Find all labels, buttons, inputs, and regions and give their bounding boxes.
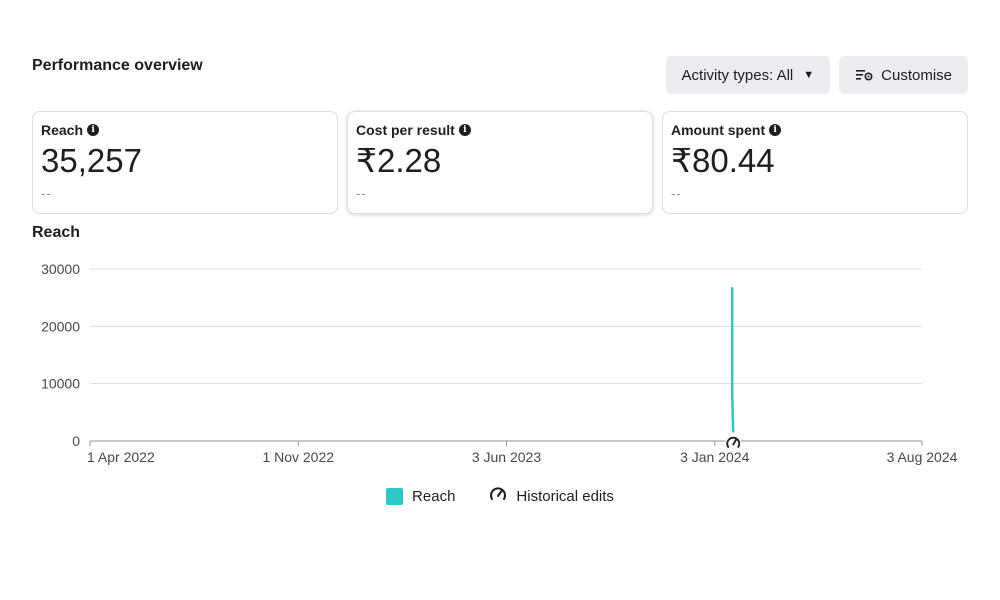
- info-circle-icon[interactable]: i: [87, 124, 100, 136]
- x-tick-label: 1 Nov 2022: [262, 449, 334, 465]
- cost-card-label-row: Cost per result i: [356, 122, 644, 138]
- legend-item-reach[interactable]: Reach: [386, 486, 455, 506]
- amount-spent-card-label: Amount spent: [671, 122, 766, 138]
- legend-item-historical-edits[interactable]: Historical edits: [489, 486, 614, 506]
- page-title: Performance overview: [32, 57, 203, 74]
- activity-types-label: Activity types: All: [681, 66, 794, 84]
- chart-title: Reach: [32, 224, 81, 241]
- reach-card[interactable]: Reach i 35,257 --: [32, 111, 338, 214]
- performance-overview-page: Performance overview Activity types: All…: [0, 0, 1000, 600]
- cost-per-result-card-value: ₹2.28: [356, 142, 442, 179]
- gauge-icon: [489, 486, 507, 506]
- reach-card-label: Reach: [41, 122, 84, 138]
- x-tick-label: 3 Jun 2023: [472, 449, 541, 465]
- legend-reach-label: Reach: [412, 487, 456, 505]
- y-tick-label: 0: [72, 433, 80, 449]
- x-tick-label: 3 Jan 2024: [680, 449, 749, 465]
- toolbar: Activity types: All ▼ Customise: [665, 56, 968, 94]
- info-circle-icon[interactable]: i: [769, 124, 782, 136]
- x-tick-label: 1 Apr 2022: [87, 449, 155, 465]
- series-line-reach: [730, 287, 735, 433]
- customise-button[interactable]: Customise: [839, 56, 968, 94]
- reach-card-value: 35,257: [41, 142, 142, 179]
- y-tick-label: 10000: [41, 376, 80, 392]
- chart-legend: Reach Historical edits: [0, 486, 1000, 506]
- caret-down-icon: ▼: [803, 69, 815, 81]
- reach-chart[interactable]: 0 10000 20000 30000 1 Apr 2022 1 Nov 2022 3 Ju…: [0, 250, 1000, 475]
- y-tick-label: 20000: [41, 318, 80, 334]
- reach-swatch: [386, 487, 404, 505]
- sliders-icon: [855, 68, 873, 82]
- amount-card-label-row: Amount spent i: [671, 122, 959, 138]
- y-tick-label: 30000: [41, 261, 80, 277]
- historical-edit-marker: [725, 434, 741, 450]
- amount-spent-card-compare: --: [671, 186, 682, 201]
- info-circle-icon[interactable]: i: [458, 124, 471, 136]
- x-tick-label: 3 Aug 2024: [887, 449, 958, 465]
- amount-spent-card-value: ₹80.44: [671, 142, 775, 179]
- legend-historical-label: Historical edits: [516, 487, 614, 505]
- reach-card-label-row: Reach i: [41, 122, 329, 138]
- customise-label: Customise: [881, 66, 952, 84]
- reach-card-compare: --: [41, 186, 52, 201]
- cost-per-result-card[interactable]: Cost per result i ₹2.28 --: [347, 111, 653, 214]
- amount-spent-card[interactable]: Amount spent i ₹80.44 --: [662, 111, 968, 214]
- cost-per-result-card-compare: --: [356, 186, 367, 201]
- metric-cards: Reach i 35,257 -- Cost per result i ₹2.2…: [32, 111, 968, 214]
- activity-types-dropdown[interactable]: Activity types: All ▼: [665, 56, 831, 94]
- cost-per-result-card-label: Cost per result: [356, 122, 455, 138]
